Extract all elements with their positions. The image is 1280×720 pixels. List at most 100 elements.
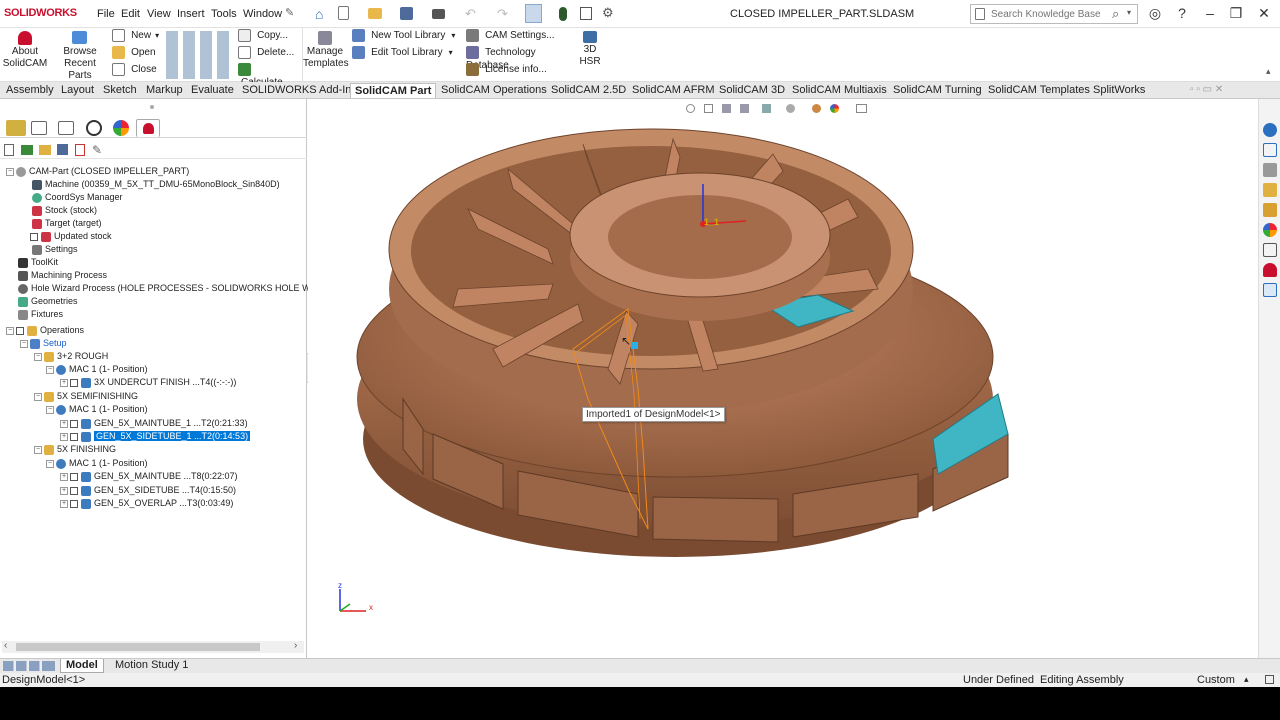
tab-evaluate[interactable]: Evaluate: [187, 83, 238, 98]
solidworks-logo[interactable]: SOLIDWORKS: [4, 7, 77, 19]
rebuild-icon[interactable]: [559, 7, 567, 21]
restore-button[interactable]: ❐: [1226, 5, 1246, 22]
file-explorer-icon[interactable]: [1263, 183, 1277, 197]
manage-templates-button[interactable]: Manage Templates: [302, 28, 349, 82]
knowledge-base-search[interactable]: ⌕ ▾: [970, 4, 1138, 24]
tab-solidcam-turning[interactable]: SolidCAM Turning: [889, 83, 986, 98]
delete-button[interactable]: Delete...: [238, 46, 298, 62]
search-input[interactable]: [991, 7, 1111, 21]
tree-item-machine[interactable]: Machine (00359_M_5X_TT_DMU-65MonoBlock_S…: [32, 178, 280, 191]
solidworks-resources-icon[interactable]: [1263, 123, 1277, 137]
feature-manager-tab-icon[interactable]: [6, 120, 26, 136]
impeller-model[interactable]: [308, 99, 1258, 659]
tab-solidcam-25d[interactable]: SolidCAM 2.5D: [547, 83, 630, 98]
tree-horizontal-scrollbar[interactable]: ‹ ›: [2, 640, 304, 653]
export-icon[interactable]: [75, 144, 85, 156]
tab-solidcam-part[interactable]: SolidCAM Part: [350, 83, 437, 98]
open-button[interactable]: Open: [112, 46, 162, 62]
tree-item-32-rough[interactable]: −3+2 ROUGH: [34, 350, 108, 363]
menu-tools[interactable]: Tools: [211, 8, 237, 20]
tree-item-3x-undercut[interactable]: +3X UNDERCUT FINISH ...T4((-:-:-)): [60, 376, 236, 389]
license-info-button[interactable]: License info...: [466, 63, 576, 79]
tree-item-gen-maintube[interactable]: + GEN_5X_MAINTUBE ...T8(0:22:07): [60, 470, 238, 483]
file-properties-icon[interactable]: [580, 7, 592, 20]
configuration-manager-tab-icon[interactable]: [58, 121, 74, 135]
custom-properties-icon[interactable]: [1263, 243, 1277, 257]
tree-item-coordsys[interactable]: CoordSys Manager: [32, 191, 123, 204]
menu-file[interactable]: File: [97, 8, 115, 20]
scrollbar-thumb[interactable]: [16, 643, 260, 651]
window-controls-icon[interactable]: ▫ ▫ ▭ ✕: [1190, 84, 1223, 95]
tree-item-gen-sidetube-1[interactable]: + GEN_5X_SIDETUBE_1 ...T2(0:14:53): [60, 430, 251, 443]
tree-item-mac1-finish[interactable]: − MAC 1 (1- Position): [46, 457, 148, 470]
pin-icon[interactable]: ✎: [285, 6, 294, 19]
tree-item-cam-part[interactable]: − CAM-Part (CLOSED IMPELLER_PART): [6, 165, 189, 178]
menu-edit[interactable]: Edit: [121, 8, 140, 20]
tree-item-fixtures[interactable]: Fixtures: [18, 308, 63, 321]
overlap-checkbox[interactable]: [70, 499, 78, 508]
menu-view[interactable]: View: [147, 8, 171, 20]
save-part-icon[interactable]: [57, 144, 68, 155]
scroll-left-icon[interactable]: ‹: [4, 640, 7, 651]
tree-item-machining-process[interactable]: Machining Process: [18, 269, 107, 282]
tree-item-geometries[interactable]: Geometries: [18, 295, 78, 308]
dimxpert-tab-icon[interactable]: [86, 120, 102, 136]
tab-solidcam-multiaxis[interactable]: SolidCAM Multiaxis: [788, 83, 891, 98]
tree-item-5x-semifinishing[interactable]: −5X SEMIFINISHING: [34, 390, 138, 403]
tree-item-gen-overlap[interactable]: + GEN_5X_OVERLAP ...T3(0:03:49): [60, 497, 233, 510]
tree-item-updated-stock[interactable]: Updated stock: [30, 230, 112, 243]
tree-item-settings[interactable]: Settings: [32, 243, 78, 256]
open-part-icon[interactable]: [39, 145, 51, 155]
view-palette-icon[interactable]: [1263, 203, 1277, 217]
tree-item-mac1-rough[interactable]: − MAC 1 (1- Position): [46, 363, 148, 376]
operations-checkbox[interactable]: [16, 326, 24, 335]
units-dropdown-icon[interactable]: ▴: [1244, 674, 1249, 685]
display-manager-tab-icon[interactable]: [113, 120, 129, 136]
design-library-icon[interactable]: [1263, 163, 1277, 177]
icon-grid[interactable]: [166, 31, 230, 79]
status-options-icon[interactable]: [1265, 675, 1274, 684]
redo-icon[interactable]: ↷: [497, 6, 508, 22]
tab-solidworks-addins[interactable]: SOLIDWORKS Add-Ins: [238, 83, 361, 98]
property-manager-tab-icon[interactable]: [31, 121, 47, 135]
pane-settings-icon[interactable]: [1263, 283, 1277, 297]
select-pointer-icon[interactable]: [525, 4, 542, 23]
new-document-icon[interactable]: [338, 6, 349, 20]
maintube-1-checkbox[interactable]: [70, 419, 78, 428]
open-folder-icon[interactable]: [368, 8, 382, 19]
undercut-checkbox[interactable]: [70, 378, 78, 387]
options-gear-icon[interactable]: ⚙: [602, 5, 614, 21]
minimize-button[interactable]: –: [1200, 5, 1220, 21]
solidcam-pane-icon[interactable]: [1263, 263, 1277, 277]
search-icon[interactable]: ⌕: [1112, 6, 1119, 22]
tab-motion-study[interactable]: Motion Study 1: [110, 659, 193, 673]
user-account-icon[interactable]: ◎: [1145, 5, 1165, 22]
tab-sketch[interactable]: Sketch: [99, 83, 141, 98]
close-part-button[interactable]: Close: [112, 63, 162, 79]
close-button[interactable]: ✕: [1254, 5, 1274, 22]
tab-splitworks[interactable]: SplitWorks: [1089, 83, 1149, 98]
collapse-ribbon-icon[interactable]: ▴: [1266, 66, 1271, 77]
tab-model[interactable]: Model: [60, 659, 104, 673]
tree-item-mac1-semi[interactable]: − MAC 1 (1- Position): [46, 403, 148, 416]
tree-item-operations[interactable]: − Operations: [6, 324, 84, 337]
tree-item-gen-sidetube[interactable]: + GEN_5X_SIDETUBE ...T4(0:15:50): [60, 484, 236, 497]
graphics-viewport[interactable]: 1_1 z x ↖: [308, 99, 1258, 659]
units-selector[interactable]: Custom: [1197, 674, 1235, 686]
tree-item-5x-finishing[interactable]: −5X FINISHING: [34, 443, 116, 456]
scroll-right-icon[interactable]: ›: [294, 640, 297, 651]
help-icon[interactable]: ?: [1172, 5, 1192, 21]
import-icon[interactable]: [21, 145, 33, 155]
tab-layout[interactable]: Layout: [57, 83, 98, 98]
home-pane-icon[interactable]: [1263, 143, 1277, 157]
about-solidcam-button[interactable]: About SolidCAM: [0, 28, 50, 82]
edit-tool-library-button[interactable]: Edit Tool Library ▾: [352, 46, 462, 62]
print-icon[interactable]: [432, 9, 445, 19]
tree-item-toolkit[interactable]: ToolKit: [18, 256, 58, 269]
save-icon[interactable]: [400, 7, 413, 20]
undo-icon[interactable]: ↶: [465, 6, 476, 22]
calculate-button[interactable]: Calculate: [238, 63, 298, 88]
tree-item-hole-wizard[interactable]: Hole Wizard Process (HOLE PROCESSES - SO…: [18, 282, 338, 295]
sidetube-1-checkbox[interactable]: [70, 432, 78, 441]
updated-stock-checkbox[interactable]: [30, 232, 38, 241]
